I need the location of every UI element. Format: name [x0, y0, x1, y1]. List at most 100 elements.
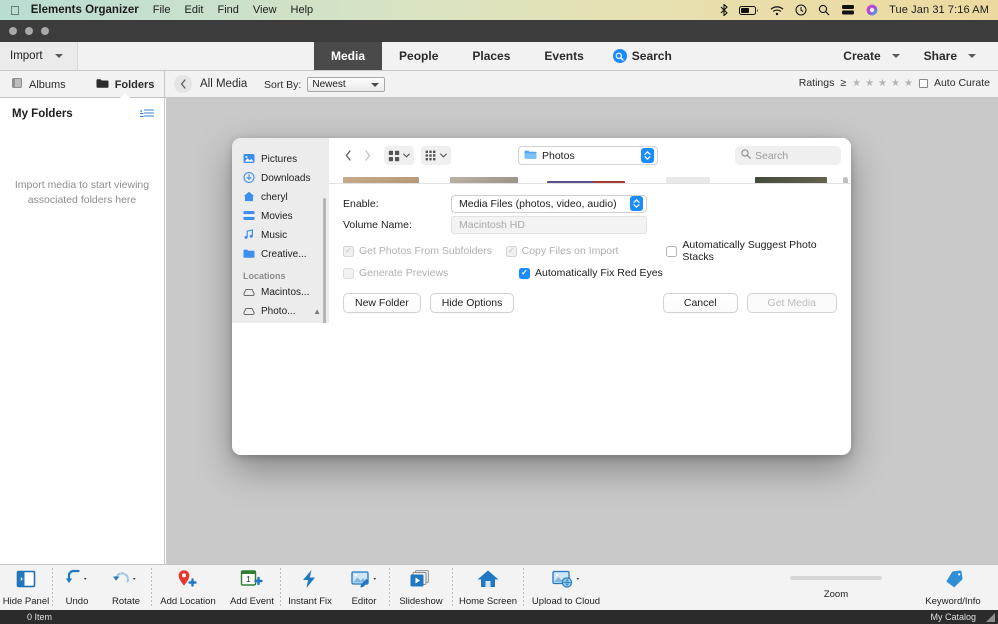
upload-to-cloud-button[interactable]: Upload to Cloud: [524, 565, 608, 611]
enable-select[interactable]: Media Files (photos, video, audio): [451, 195, 647, 213]
menubar-item-find[interactable]: Find: [217, 4, 238, 16]
sort-by-label: Sort By:: [264, 79, 301, 91]
ratings-stars[interactable]: ★ ★ ★ ★ ★: [852, 78, 913, 89]
wifi-icon[interactable]: [770, 5, 784, 16]
checkbox-automatically-suggest-photo-stacks[interactable]: Automatically Suggest Photo Stacks: [666, 239, 837, 263]
thumbnail-item[interactable]: [745, 177, 837, 183]
tab-events[interactable]: Events: [527, 42, 600, 70]
sidebar-scrollbar[interactable]: [323, 198, 326, 323]
keyword-info-button[interactable]: Keyword/Info: [916, 565, 990, 611]
instant-fix-button[interactable]: Instant Fix: [281, 565, 339, 611]
list-options-icon[interactable]: [140, 109, 154, 119]
grid-scrollbar[interactable]: [843, 177, 848, 183]
sidebar-item-photo-drive[interactable]: Photo... ▲: [232, 302, 329, 321]
thumbnail-item[interactable]: [540, 177, 632, 183]
import-button[interactable]: Import: [0, 42, 78, 70]
add-event-icon: 1: [239, 569, 265, 594]
sort-by-select[interactable]: Newest: [307, 77, 385, 92]
display-icon[interactable]: [841, 4, 855, 16]
sidebar-item-creative[interactable]: Creative...: [232, 245, 329, 264]
grid-view-icon[interactable]: [384, 146, 414, 165]
thumbnail-item[interactable]: [437, 177, 529, 183]
add-location-button[interactable]: Add Location: [152, 565, 224, 611]
thumbnail-item[interactable]: [642, 177, 734, 183]
window-minimize-button[interactable]: [25, 27, 33, 35]
chevron-down-icon: [968, 54, 976, 58]
thumbnail-item[interactable]: [335, 177, 427, 183]
window-close-button[interactable]: [9, 27, 17, 35]
apple-icon[interactable]: : [10, 4, 20, 17]
sidebar-item-macintosh-hd[interactable]: Macintos...: [232, 283, 329, 302]
zoom-slider[interactable]: Zoom: [790, 565, 882, 600]
tab-people[interactable]: People: [382, 42, 455, 70]
home-icon: [243, 191, 255, 205]
chevron-left-icon[interactable]: [339, 146, 358, 165]
back-icon[interactable]: [174, 75, 192, 93]
sidebar-item-label: Music: [261, 230, 287, 241]
star-icon[interactable]: ★: [865, 78, 874, 89]
siri-icon[interactable]: [866, 4, 878, 16]
home-screen-button[interactable]: Home Screen: [453, 565, 523, 611]
menubar-item-view[interactable]: View: [253, 4, 277, 16]
spotlight-search-icon[interactable]: [818, 4, 830, 16]
auto-curate-checkbox[interactable]: [919, 79, 928, 88]
cancel-button[interactable]: Cancel: [663, 293, 738, 313]
star-icon[interactable]: ★: [852, 78, 861, 89]
dialog-search-input[interactable]: Search: [735, 146, 841, 165]
ratings-operator[interactable]: ≥: [840, 77, 846, 89]
tab-media[interactable]: Media: [314, 42, 382, 70]
albums-icon: [12, 78, 23, 92]
checkbox-generate-previews[interactable]: Generate Previews: [343, 267, 519, 279]
sidebar-item-cheryl[interactable]: cheryl: [232, 188, 329, 207]
music-icon: [243, 229, 255, 243]
sidebar-item-premiere-drive[interactable]: Premi... ▲: [232, 321, 329, 323]
menubar-clock[interactable]: Tue Jan 31 7:16 AM: [889, 4, 989, 16]
undo-button[interactable]: Undo: [53, 565, 101, 611]
sidebar-item-pictures[interactable]: Pictures: [232, 150, 329, 169]
sidebar-item-movies[interactable]: Movies: [232, 207, 329, 226]
hide-panel-button[interactable]: Hide Panel: [0, 565, 52, 611]
battery-icon[interactable]: [739, 5, 759, 16]
sidebar-item-downloads[interactable]: Downloads: [232, 169, 329, 188]
get-media-button[interactable]: Get Media: [747, 293, 837, 313]
checkbox-copy-files-on-import[interactable]: Copy Files on Import: [506, 245, 667, 257]
share-menu[interactable]: Share: [912, 49, 988, 63]
star-icon[interactable]: ★: [904, 78, 913, 89]
bluetooth-icon[interactable]: [720, 4, 728, 16]
file-grid[interactable]: [329, 173, 851, 183]
star-icon[interactable]: ★: [891, 78, 900, 89]
left-tab-folders[interactable]: Folders: [96, 78, 155, 92]
window-maximize-button[interactable]: [41, 27, 49, 35]
checkbox-automatically-fix-red-eyes[interactable]: Automatically Fix Red Eyes: [519, 267, 663, 279]
resize-grip[interactable]: [985, 612, 996, 623]
tab-places[interactable]: Places: [455, 42, 527, 70]
breadcrumb[interactable]: All Media: [174, 75, 247, 93]
zoom-slider-track[interactable]: [790, 576, 882, 580]
editor-button[interactable]: Editor: [339, 565, 389, 611]
menubar-item-help[interactable]: Help: [291, 4, 314, 16]
group-view-icon[interactable]: [421, 146, 451, 165]
time-machine-icon[interactable]: [795, 4, 807, 16]
slideshow-button[interactable]: Slideshow: [390, 565, 452, 611]
new-folder-button[interactable]: New Folder: [343, 293, 421, 313]
sidebar-item-music[interactable]: Music: [232, 226, 329, 245]
menubar-item-edit[interactable]: Edit: [185, 4, 204, 16]
path-popup-button[interactable]: Photos: [518, 146, 658, 165]
enable-stepper-icon[interactable]: [630, 196, 643, 211]
menubar-item-file[interactable]: File: [153, 4, 171, 16]
hide-options-button[interactable]: Hide Options: [430, 293, 515, 313]
create-menu[interactable]: Create: [831, 49, 911, 63]
chevron-right-icon[interactable]: [358, 146, 377, 165]
path-stepper-icon[interactable]: [641, 148, 654, 163]
rotate-button[interactable]: Rotate: [101, 565, 151, 611]
tab-search[interactable]: Search: [601, 42, 689, 70]
menubar-app-name[interactable]: Elements Organizer: [31, 4, 139, 16]
left-panel-title: My Folders: [12, 108, 73, 120]
left-tab-albums[interactable]: Albums: [12, 78, 66, 92]
volume-name-input[interactable]: Macintosh HD: [451, 216, 647, 234]
eject-icon[interactable]: ▲: [313, 307, 321, 316]
add-event-button[interactable]: 1 Add Event: [224, 565, 280, 611]
checkbox-get-photos-from-subfolders[interactable]: Get Photos From Subfolders: [343, 245, 506, 257]
hide-panel-icon: [15, 569, 37, 594]
star-icon[interactable]: ★: [878, 78, 887, 89]
